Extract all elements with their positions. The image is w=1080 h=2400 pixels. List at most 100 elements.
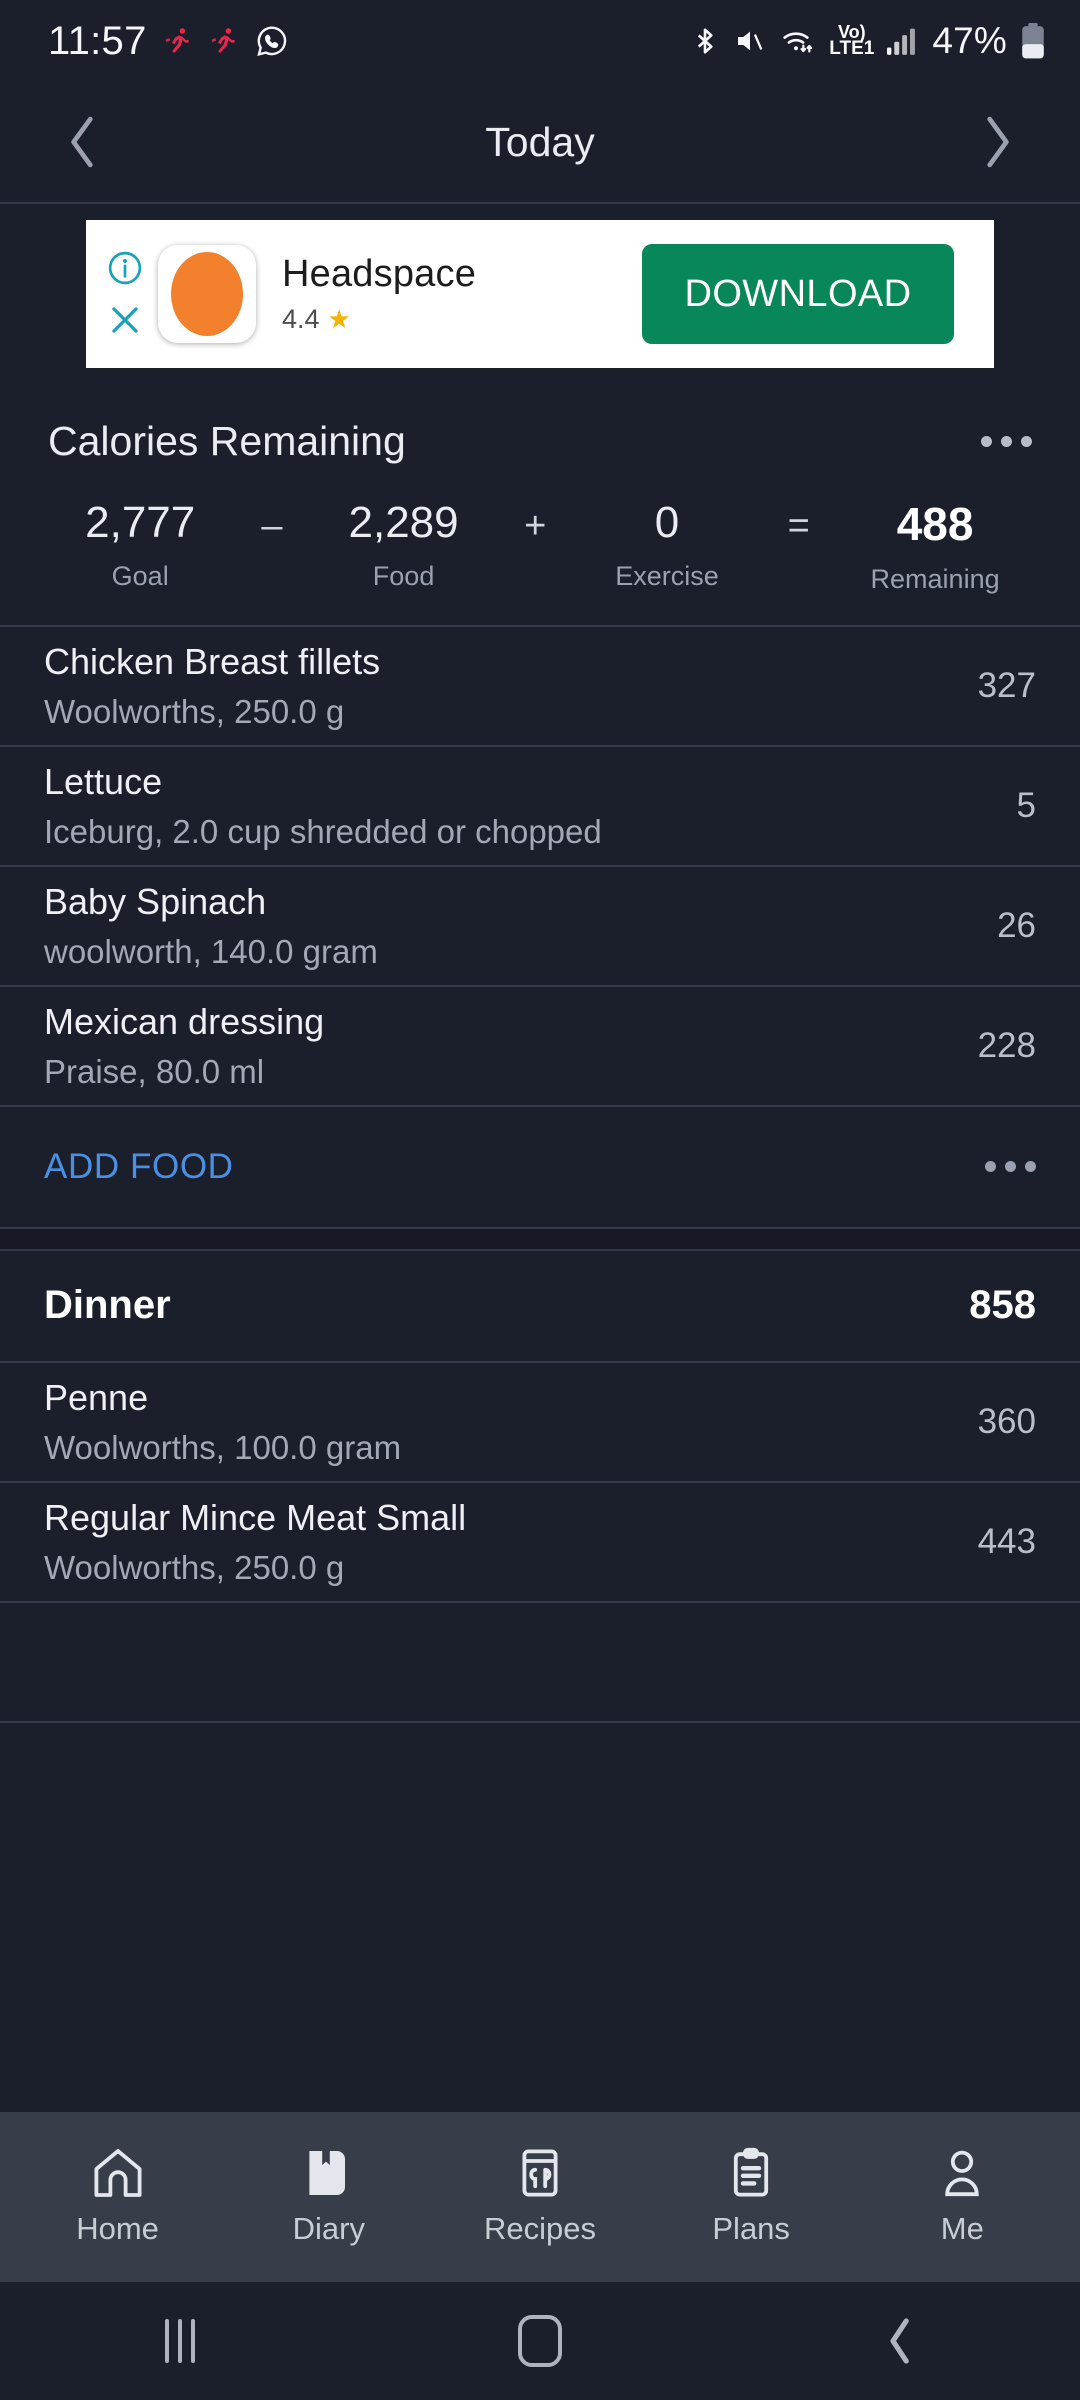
tab-home-label: Home — [76, 2211, 159, 2246]
add-food-row[interactable]: ADD FOOD — [0, 1107, 1080, 1229]
food-entry-calories: 360 — [977, 1401, 1036, 1441]
calories-food: 2,289 Food — [311, 498, 495, 592]
tab-plans-label: Plans — [712, 2211, 790, 2246]
table-row[interactable]: Penne Woolworths, 100.0 gram 360 — [0, 1362, 1080, 1483]
home-square-icon[interactable] — [470, 2296, 610, 2386]
table-row-partial[interactable] — [0, 1602, 1080, 1723]
calories-food-value: 2,289 — [348, 498, 459, 547]
table-row[interactable]: Lettuce Iceburg, 2.0 cup shredded or cho… — [0, 746, 1080, 867]
clipboard-icon — [726, 2147, 776, 2199]
calories-remaining-panel: Calories Remaining 2,777 Goal – 2,289 Fo… — [0, 384, 1080, 627]
status-bar-left: 11:57 — [48, 19, 289, 64]
calories-equation: 2,777 Goal – 2,289 Food + 0 Exercise = 4… — [48, 498, 1032, 595]
food-entry-detail: Woolworths, 250.0 g — [44, 1548, 345, 1586]
whatsapp-icon — [255, 24, 289, 58]
food-entry-name: Regular Mince Meat Small — [44, 1496, 467, 1538]
bottom-tab-bar[interactable]: Home Diary Recipes Plans Me — [0, 2112, 1080, 2282]
ad-title: Headspace — [282, 253, 477, 295]
tab-home[interactable]: Home — [18, 2147, 218, 2247]
meal-calories: 858 — [969, 1283, 1036, 1328]
close-x-icon[interactable] — [106, 301, 144, 339]
tab-plans[interactable]: Plans — [651, 2147, 851, 2247]
food-entry-name: Mexican dressing — [44, 1000, 325, 1042]
calories-header: Calories Remaining — [48, 418, 1032, 465]
back-chevron-icon[interactable] — [830, 2296, 970, 2386]
food-entry-calories: 327 — [977, 665, 1036, 705]
calories-goal: 2,777 Goal — [48, 498, 232, 592]
ad-text: Headspace 4.4 ★ — [282, 253, 642, 335]
food-entry-info: Mexican dressing Praise, 80.0 ml — [44, 1001, 324, 1091]
food-entry-calories: 228 — [977, 1025, 1036, 1065]
calories-exercise: 0 Exercise — [575, 498, 759, 592]
add-food-button[interactable]: ADD FOOD — [44, 1147, 234, 1187]
table-row[interactable]: Baby Spinach woolworth, 140.0 gram 26 — [0, 866, 1080, 987]
star-icon: ★ — [327, 304, 351, 334]
previous-day-button[interactable] — [56, 115, 110, 169]
meal-header-dinner[interactable]: Dinner 858 — [0, 1251, 1080, 1363]
next-day-button[interactable] — [970, 115, 1024, 169]
phone-screen: 11:57 Vo) LTE1 47% Today Headspace 4.4 ★… — [0, 0, 1080, 2400]
signal-bars-icon — [887, 26, 919, 56]
calories-exercise-value: 0 — [654, 498, 680, 547]
operator-plus: + — [524, 505, 547, 547]
food-entry-detail: Woolworths, 250.0 g — [44, 692, 345, 730]
recents-icon[interactable] — [110, 2296, 250, 2386]
food-entry-info: Baby Spinach woolworth, 140.0 gram — [44, 881, 378, 971]
calories-food-label: Food — [372, 561, 435, 592]
info-circle-icon[interactable] — [106, 249, 144, 287]
food-entry-detail: Iceburg, 2.0 cup shredded or chopped — [44, 812, 602, 850]
table-row[interactable]: Chicken Breast fillets Woolworths, 250.0… — [0, 626, 1080, 747]
tab-recipes[interactable]: Recipes — [440, 2147, 640, 2247]
person-icon — [937, 2147, 987, 2199]
table-row[interactable]: Mexican dressing Praise, 80.0 ml 228 — [0, 986, 1080, 1107]
volte-line2: LTE1 — [829, 37, 875, 59]
page-title: Today — [485, 118, 595, 165]
operator-equals: = — [787, 505, 810, 547]
status-bar-clock: 11:57 — [48, 18, 147, 63]
food-entry-calories: 443 — [977, 1521, 1036, 1561]
food-entry-calories: 5 — [1016, 785, 1036, 825]
bluetooth-icon — [690, 24, 720, 58]
food-entry-name: Lettuce — [44, 760, 163, 802]
calories-goal-label: Goal — [111, 561, 169, 592]
app-header: Today — [0, 82, 1080, 204]
ad-download-button[interactable]: DOWNLOAD — [642, 244, 954, 344]
calories-title: Calories Remaining — [48, 418, 406, 464]
volte-indicator: Vo) LTE1 — [829, 23, 875, 59]
ad-badges — [86, 220, 158, 368]
operator-minus: – — [261, 505, 283, 547]
tab-diary[interactable]: Diary — [229, 2147, 429, 2247]
tab-me[interactable]: Me — [862, 2147, 1062, 2247]
battery-percent-label: 47% — [932, 20, 1007, 61]
calories-exercise-label: Exercise — [615, 561, 719, 592]
ad-rating-value: 4.4 — [282, 304, 320, 334]
mute-icon — [733, 25, 767, 57]
recipes-icon — [514, 2147, 566, 2199]
battery-icon — [1020, 22, 1046, 60]
food-entry-name: Chicken Breast fillets — [44, 640, 381, 682]
book-bookmark-icon — [303, 2147, 355, 2199]
food-entry-calories: 26 — [997, 905, 1036, 945]
status-bar-right: Vo) LTE1 47% — [690, 20, 1046, 62]
meal-overflow-button[interactable] — [985, 1161, 1036, 1173]
food-entry-info: Lettuce Iceburg, 2.0 cup shredded or cho… — [44, 761, 602, 851]
meal-name: Dinner — [44, 1283, 171, 1328]
section-divider — [0, 1228, 1080, 1251]
food-entry-info: Chicken Breast fillets Woolworths, 250.0… — [44, 641, 380, 731]
ad-zone: Headspace 4.4 ★ DOWNLOAD — [0, 204, 1080, 384]
headspace-app-icon — [158, 245, 256, 343]
ad-banner[interactable]: Headspace 4.4 ★ DOWNLOAD — [86, 220, 994, 368]
food-entry-info: Penne Woolworths, 100.0 gram — [44, 1377, 401, 1467]
tab-diary-label: Diary — [292, 2211, 365, 2246]
calories-remaining-label: Remaining — [870, 563, 1000, 594]
calories-overflow-button[interactable] — [981, 436, 1032, 447]
calories-remaining-value: 488 — [896, 498, 974, 550]
diary-list[interactable]: Chicken Breast fillets Woolworths, 250.0… — [0, 626, 1080, 2112]
table-row[interactable]: Regular Mince Meat Small Woolworths, 250… — [0, 1482, 1080, 1603]
calories-goal-value: 2,777 — [85, 498, 196, 547]
run-icon — [209, 25, 239, 57]
food-entry-name: Baby Spinach — [44, 880, 267, 922]
android-nav-bar[interactable] — [0, 2282, 1080, 2400]
home-icon — [90, 2147, 146, 2199]
food-entry-detail: woolworth, 140.0 gram — [44, 932, 378, 970]
